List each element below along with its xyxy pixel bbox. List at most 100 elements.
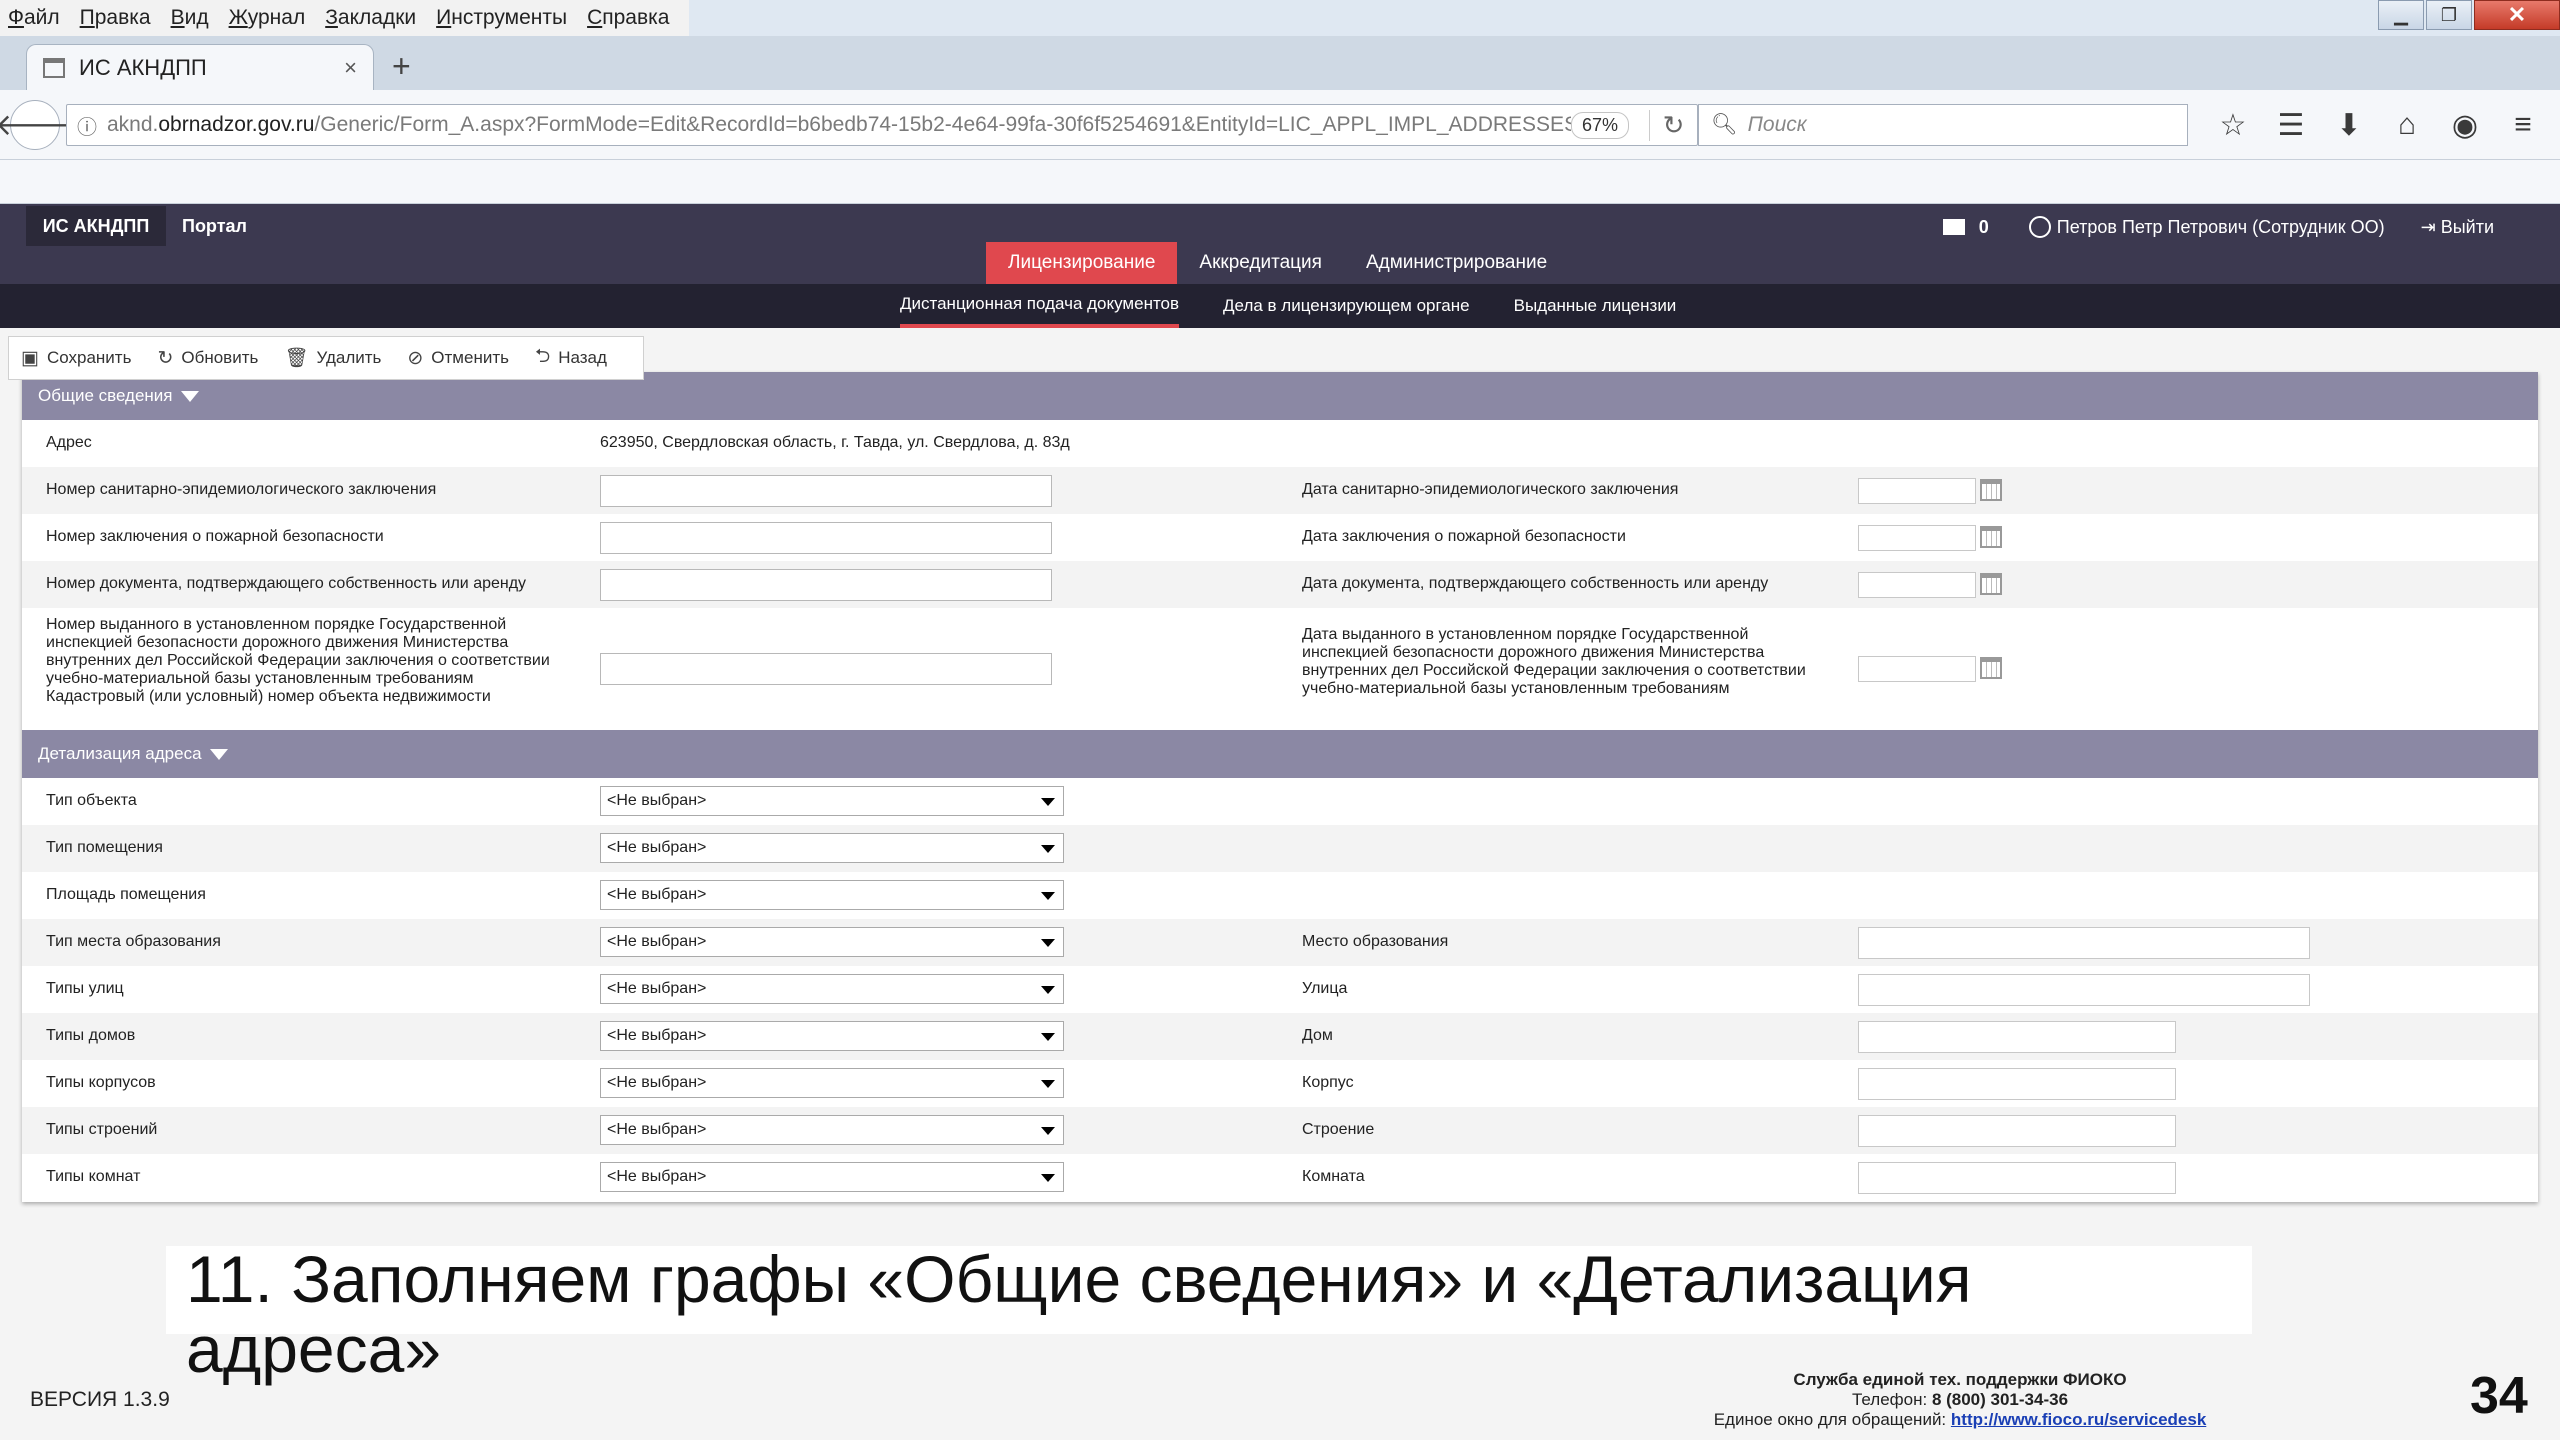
chevron-down-icon [1041, 986, 1055, 994]
detail-row-place-type: Тип места образования <Не выбран> Место … [22, 919, 2538, 966]
room-input[interactable] [1858, 1162, 2176, 1194]
back-button[interactable]: 🡐 [0, 100, 75, 150]
logout-button[interactable]: ⇥ Выйти [2421, 217, 2494, 238]
tab-close-icon[interactable]: × [344, 55, 357, 81]
tab-administration[interactable]: Администрирование [1344, 242, 1569, 284]
tab-accreditation[interactable]: Аккредитация [1177, 242, 1344, 284]
place-type-label: Тип места образования [46, 933, 221, 950]
collapse-triangle-icon [209, 748, 228, 760]
section-detail-header[interactable]: Детализация адреса [22, 730, 2538, 778]
reload-icon[interactable]: ↻ [1649, 109, 1697, 141]
toolbar-icons: ☆ ☰ ⬇ ⌂ ◉ ≡ [2204, 108, 2552, 143]
support-window-line: Единое окно для обращений: http://www.fi… [1713, 1410, 2207, 1429]
portal-link[interactable]: Портал [182, 216, 247, 237]
calendar-icon[interactable] [1980, 573, 2002, 595]
back-form-button[interactable]: ⮌ Назад [535, 342, 607, 374]
chevron-down-icon [1041, 1127, 1055, 1135]
fire-number-input[interactable] [600, 522, 1052, 554]
reader-list-icon[interactable]: ☰ [2262, 108, 2320, 143]
search-bar[interactable]: 🔍︎ Поиск [1698, 104, 2188, 146]
zoom-indicator[interactable]: 67% [1570, 111, 1629, 139]
room-type-label: Тип помещения [46, 839, 163, 856]
hamburger-menu-icon[interactable]: ≡ [2494, 108, 2552, 143]
room-label: Комната [1302, 1168, 1365, 1185]
room-types-select[interactable]: <Не выбран> [600, 1162, 1064, 1192]
collapse-triangle-icon [180, 390, 199, 402]
place-type-select[interactable]: <Не выбран> [600, 927, 1064, 957]
menu-edit[interactable]: Правка [80, 6, 151, 30]
close-window-button[interactable]: ✕ [2474, 0, 2560, 30]
record-form: Общие сведения Адрес 623950, Свердловска… [22, 372, 2538, 1202]
arrow-left-icon: 🡐 [0, 109, 76, 142]
structure-type-select[interactable]: <Не выбран> [600, 1115, 1064, 1145]
detail-row-structure: Типы строений <Не выбран> Строение [22, 1107, 2538, 1154]
menu-history[interactable]: Журнал [229, 6, 306, 30]
calendar-icon[interactable] [1980, 479, 2002, 501]
form-row-fire: Номер заключения о пожарной безопасности… [22, 514, 2538, 561]
object-type-label: Тип объекта [46, 792, 137, 809]
object-type-select[interactable]: <Не выбран> [600, 786, 1064, 816]
sub-navigation: Дистанционная подача документов Дела в л… [0, 284, 2560, 328]
subtab-remote-submission[interactable]: Дистанционная подача документов [900, 284, 1180, 328]
url-bar[interactable]: ⓘ aknd.obrnadzor.gov.ru/Generic/Form_A.a… [66, 104, 1698, 146]
detail-row-object-type: Тип объекта <Не выбран> [22, 778, 2538, 825]
bookmarks-bar [0, 160, 2560, 204]
minimize-button[interactable]: ▁ [2378, 0, 2424, 30]
calendar-icon[interactable] [1980, 657, 2002, 679]
page-favicon-icon [43, 57, 65, 78]
bookmark-star-icon[interactable]: ☆ [2204, 108, 2262, 143]
ownership-date-input[interactable] [1858, 572, 1976, 598]
house-input[interactable] [1858, 1021, 2176, 1053]
street-type-select[interactable]: <Не выбран> [600, 974, 1064, 1004]
menu-view[interactable]: Вид [171, 6, 209, 30]
menu-file[interactable]: Файл [8, 6, 60, 30]
place-input[interactable] [1858, 927, 2310, 959]
building-type-select[interactable]: <Не выбран> [600, 1068, 1064, 1098]
tab-licensing[interactable]: Лицензирование [986, 242, 1178, 284]
cancel-button[interactable]: ⊘ Отменить [407, 347, 509, 370]
trash-icon: 🗑︎ [284, 348, 309, 369]
support-link[interactable]: http://www.fioco.ru/servicedesk [1951, 1410, 2206, 1429]
delete-button[interactable]: 🗑︎ Удалить [284, 346, 381, 370]
calendar-icon[interactable] [1980, 526, 2002, 548]
browser-tab-active[interactable]: ИС АКНДПП × [26, 44, 374, 90]
user-bar: 0 Петров Петр Петрович (Сотрудник ОО) ⇥ … [1942, 216, 2494, 238]
house-type-select[interactable]: <Не выбран> [600, 1021, 1064, 1051]
fire-date-input[interactable] [1858, 525, 1976, 551]
slide-caption: 11. Заполняем графы «Общие сведения» и «… [186, 1242, 1972, 1386]
save-button[interactable]: ▣ Сохранить [21, 347, 131, 370]
detail-row-area: Площадь помещения <Не выбран> [22, 872, 2538, 919]
menu-help[interactable]: Справка [587, 6, 669, 30]
menu-bookmarks[interactable]: Закладки [325, 6, 416, 30]
pocket-icon[interactable]: ◉ [2436, 108, 2494, 143]
download-icon[interactable]: ⬇ [2320, 108, 2378, 143]
support-phone-line: Телефон: 8 (800) 301-34-36 [1851, 1390, 2069, 1409]
site-info-icon[interactable]: ⓘ [67, 111, 107, 140]
area-select[interactable]: <Не выбран> [600, 880, 1064, 910]
gibdd-number-input[interactable] [600, 653, 1052, 685]
gibdd-date-input[interactable] [1858, 656, 1976, 682]
form-row-sanitary: Номер санитарно-эпидемиологического закл… [22, 467, 2538, 514]
structure-input[interactable] [1858, 1115, 2176, 1147]
street-input[interactable] [1858, 974, 2310, 1006]
restore-button[interactable]: ❐ [2426, 0, 2472, 30]
subtab-cases[interactable]: Дела в лицензирующем органе [1223, 284, 1470, 328]
mail-icon[interactable] [1942, 219, 1965, 235]
home-icon[interactable]: ⌂ [2378, 108, 2436, 143]
room-type-select[interactable]: <Не выбран> [600, 833, 1064, 863]
form-row-address: Адрес 623950, Свердловская область, г. Т… [22, 420, 2538, 467]
refresh-icon: ↻ [157, 347, 174, 369]
app-brand[interactable]: ИС АКНДПП [26, 206, 166, 246]
refresh-button[interactable]: ↻ Обновить [157, 347, 258, 370]
sanitary-date-input[interactable] [1858, 478, 1976, 504]
building-input[interactable] [1858, 1068, 2176, 1100]
menu-tools[interactable]: Инструменты [436, 6, 567, 30]
support-title: Служба единой тех. поддержки ФИОКО [1793, 1370, 2127, 1389]
cancel-icon: ⊘ [407, 347, 424, 369]
house-label: Дом [1302, 1027, 1333, 1044]
ownership-number-input[interactable] [600, 569, 1052, 601]
user-name[interactable]: Петров Петр Петрович (Сотрудник ОО) [2057, 217, 2385, 238]
new-tab-button[interactable]: + [392, 48, 411, 85]
subtab-issued-licenses[interactable]: Выданные лицензии [1514, 284, 1677, 328]
sanitary-number-input[interactable] [600, 475, 1052, 507]
